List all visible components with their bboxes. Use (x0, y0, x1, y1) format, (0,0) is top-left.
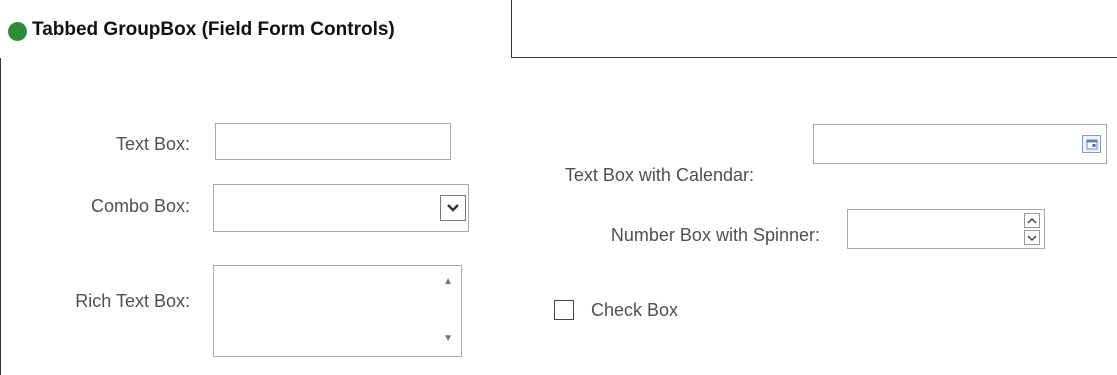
status-dot-icon (8, 22, 27, 41)
tab-divider (512, 57, 1117, 58)
combo-box-label: Combo Box: (90, 196, 190, 216)
calendar-label: Text Box with Calendar: (564, 165, 754, 185)
number-spinner-input[interactable] (847, 209, 1045, 249)
chevron-down-icon[interactable] (440, 195, 466, 221)
group-border (0, 58, 1, 375)
tab-title: Tabbed GroupBox (Field Form Controls) (32, 19, 395, 40)
spin-down-icon[interactable] (1024, 230, 1040, 245)
scroll-up-icon[interactable]: ▲ (443, 276, 453, 287)
tab-header[interactable]: Tabbed GroupBox (Field Form Controls) (0, 0, 512, 58)
text-box-label: Text Box: (115, 134, 190, 154)
check-box[interactable] (554, 300, 574, 320)
calendar-input[interactable] (813, 124, 1107, 164)
spinner-label: Number Box with Spinner: (610, 225, 820, 245)
rich-text-box-input[interactable]: ▲ ▼ (213, 265, 462, 357)
check-box-label: Check Box (591, 300, 679, 320)
spin-up-icon[interactable] (1024, 213, 1040, 228)
rich-text-box-label: Rich Text Box: (75, 291, 190, 311)
calendar-icon[interactable] (1082, 135, 1101, 153)
text-box-input[interactable] (215, 123, 451, 160)
scroll-down-icon[interactable]: ▼ (443, 333, 453, 344)
combo-box-select[interactable] (213, 184, 469, 232)
